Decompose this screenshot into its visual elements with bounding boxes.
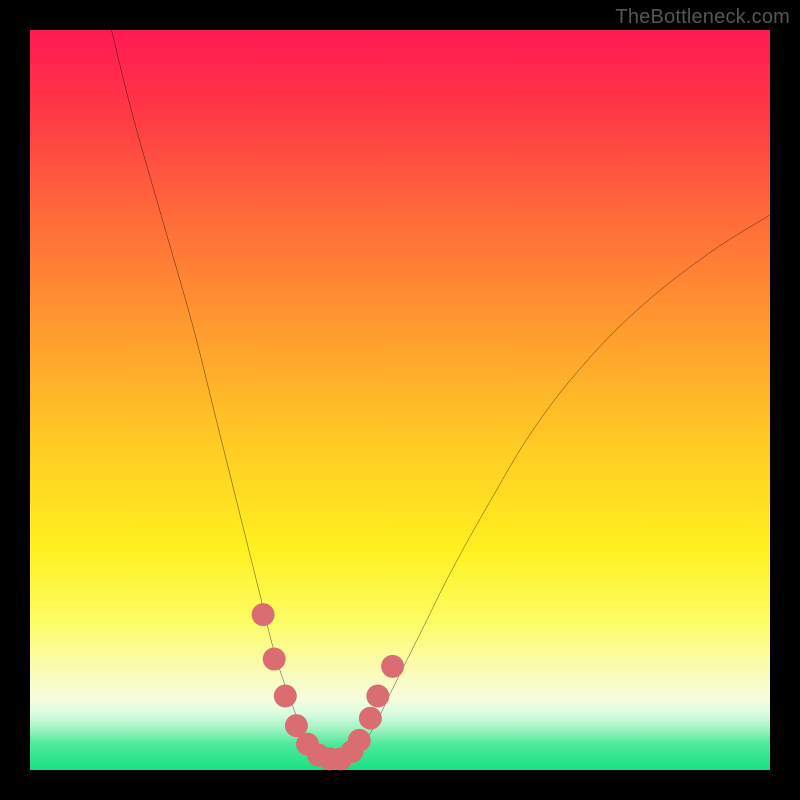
marker-dot [263, 648, 286, 671]
chart-svg [30, 30, 770, 770]
bottleneck-curve [111, 30, 770, 763]
marker-dot [274, 685, 297, 708]
marker-dot [366, 685, 389, 708]
plot-area [30, 30, 770, 770]
marker-dot [381, 655, 404, 678]
marker-dot [252, 603, 275, 626]
outer-frame: TheBottleneck.com [0, 0, 800, 800]
marker-dot [348, 729, 371, 752]
watermark-text: TheBottleneck.com [615, 6, 790, 29]
marker-dot [359, 707, 382, 730]
highlighted-points [252, 603, 404, 770]
